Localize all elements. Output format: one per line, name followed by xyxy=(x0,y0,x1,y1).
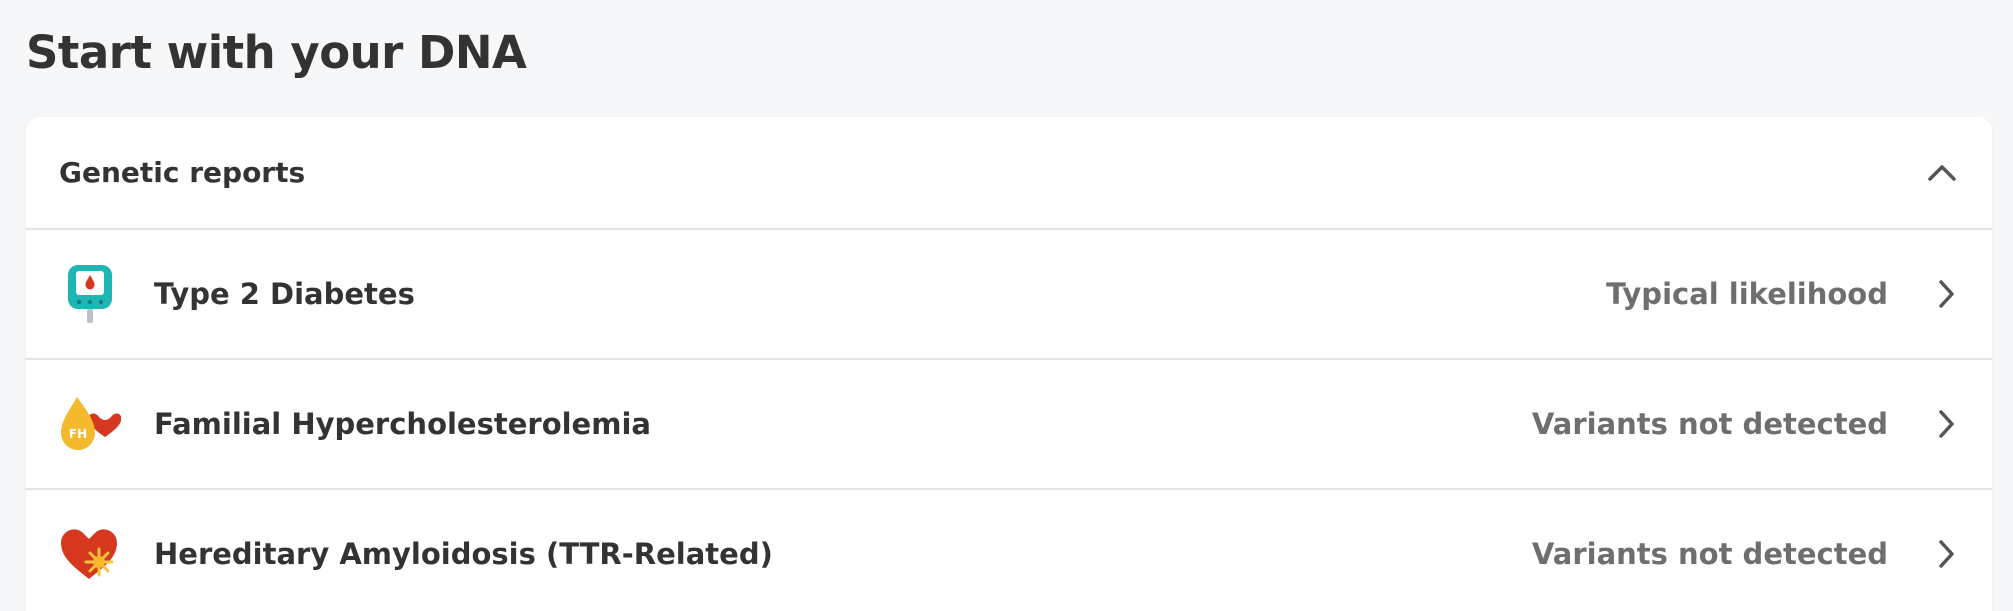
report-row-familial-hypercholesterolemia[interactable]: FH Familial Hypercholesterolemia Variant… xyxy=(26,360,1992,490)
page: Start with your DNA Genetic reports Type… xyxy=(0,0,2013,611)
genetic-reports-card: Genetic reports Type 2 Diabetes Typical … xyxy=(26,117,1992,611)
chevron-right-icon xyxy=(1932,276,1960,312)
chevron-up-icon[interactable] xyxy=(1924,155,1960,191)
heart-burst-icon xyxy=(58,521,122,587)
report-row-type-2-diabetes[interactable]: Type 2 Diabetes Typical likelihood xyxy=(26,230,1992,360)
report-row-hereditary-amyloidosis[interactable]: Hereditary Amyloidosis (TTR-Related) Var… xyxy=(26,490,1992,611)
chevron-right-icon xyxy=(1932,536,1960,572)
genetic-reports-header[interactable]: Genetic reports xyxy=(26,117,1992,230)
report-title: Hereditary Amyloidosis (TTR-Related) xyxy=(154,537,773,571)
glucose-meter-icon xyxy=(58,261,122,327)
fh-icon-text: FH xyxy=(69,427,87,441)
chevron-right-icon xyxy=(1932,406,1960,442)
report-title: Type 2 Diabetes xyxy=(154,277,415,311)
page-title: Start with your DNA xyxy=(26,26,527,79)
report-status: Typical likelihood xyxy=(1606,277,1888,311)
report-title: Familial Hypercholesterolemia xyxy=(154,407,651,441)
fh-droplet-heart-icon: FH xyxy=(58,391,122,457)
section-title: Genetic reports xyxy=(59,156,306,189)
report-status: Variants not detected xyxy=(1531,407,1888,441)
report-status: Variants not detected xyxy=(1531,537,1888,571)
